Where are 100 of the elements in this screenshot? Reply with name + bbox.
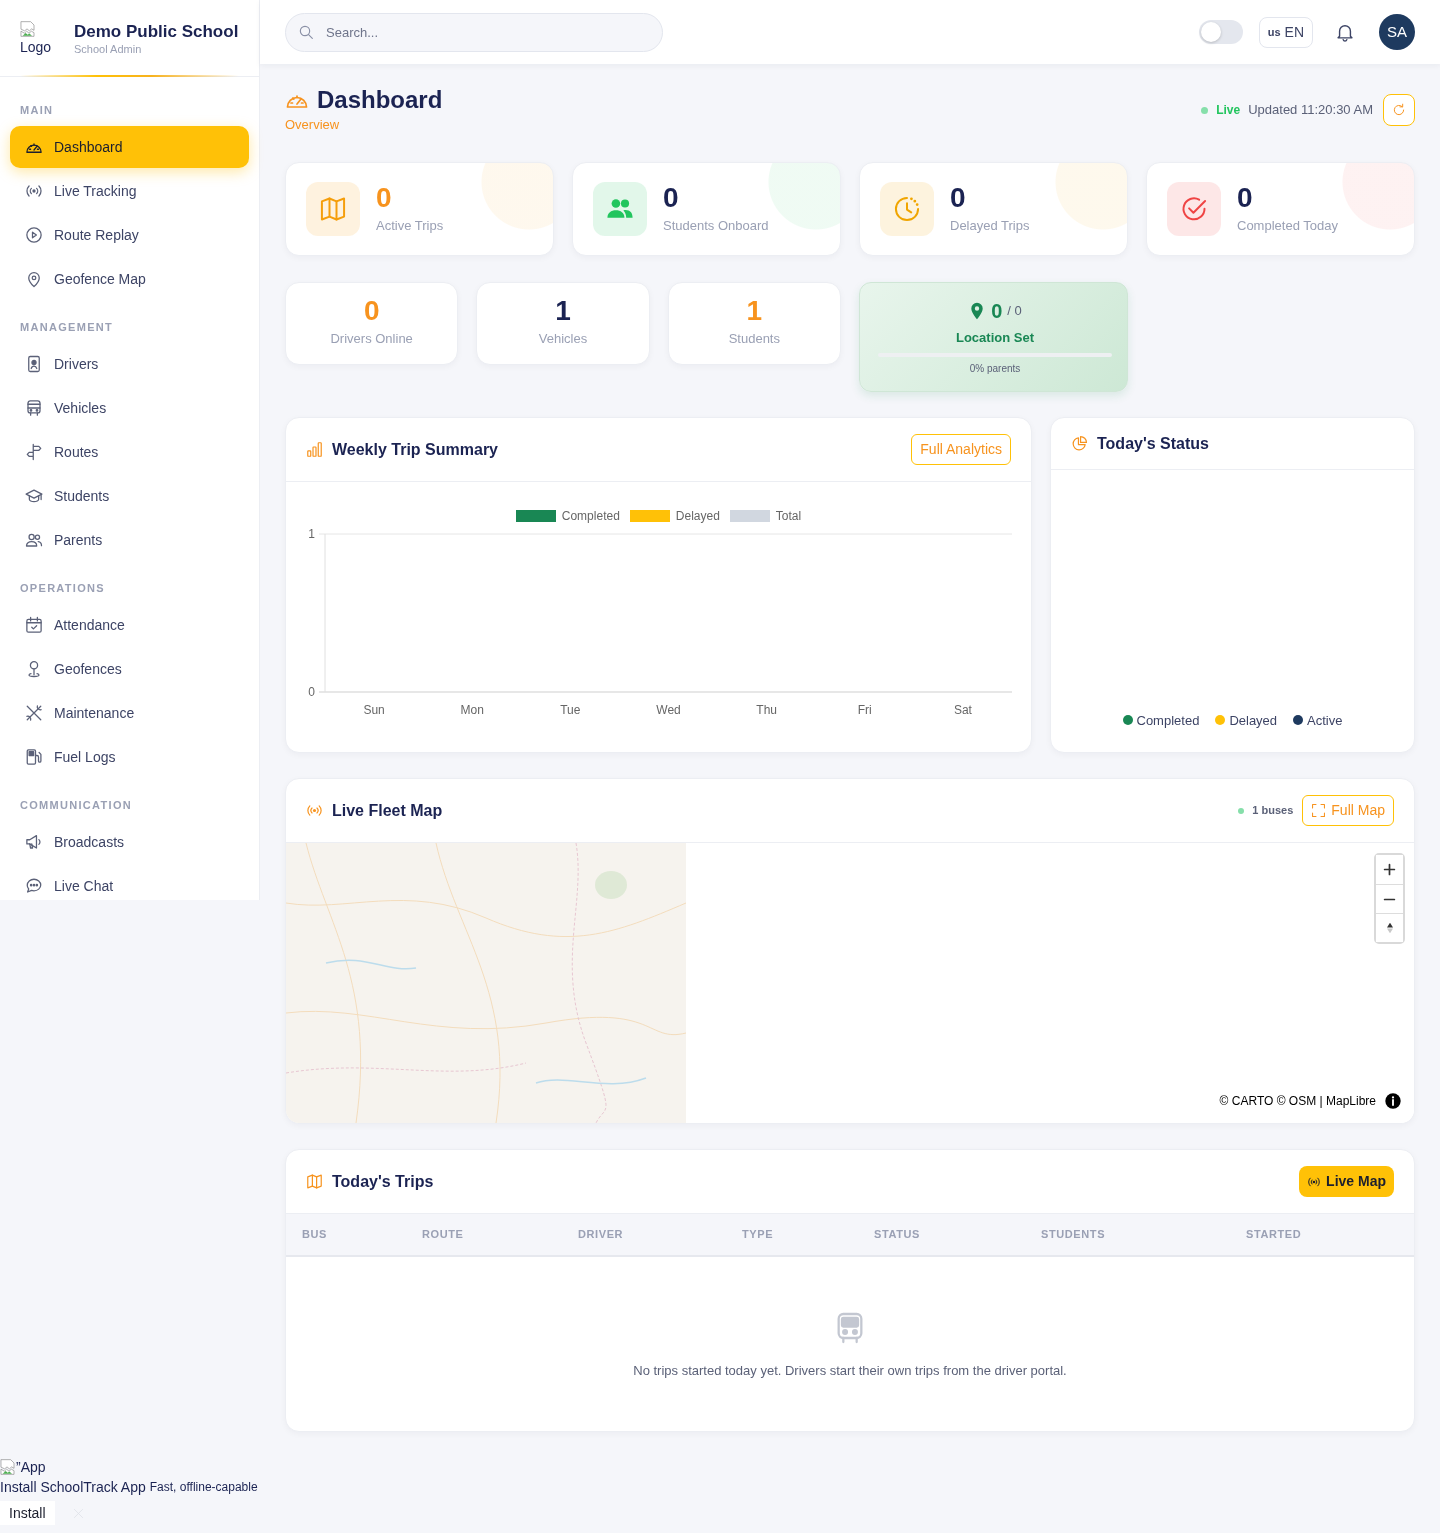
- live-map-button[interactable]: Live Map: [1299, 1166, 1394, 1197]
- status-dot-icon: [1238, 807, 1245, 814]
- info-button[interactable]: [1385, 1093, 1401, 1109]
- axis-category-label: Tue: [560, 703, 581, 717]
- nav-item[interactable]: Geofences: [10, 648, 249, 690]
- stat-label: Active Trips: [376, 218, 444, 234]
- nav-item[interactable]: Vehicles: [10, 387, 249, 429]
- calendar-icon: [25, 616, 43, 634]
- bar-chart-icon: [306, 441, 323, 458]
- column-header: STARTED: [1230, 1214, 1414, 1256]
- axis-category-label: Fri: [857, 703, 872, 717]
- install-subtitle: Fast, offline-capable: [149, 1479, 258, 1496]
- section-heading: MAIN: [20, 103, 55, 117]
- install-title: Install SchoolTrack App: [0, 1478, 146, 1497]
- legend-label: Delayed: [675, 509, 720, 523]
- language-button[interactable]: us EN: [1258, 16, 1313, 48]
- nav-item[interactable]: Students: [10, 475, 249, 517]
- progress-caption: 0% parents: [969, 363, 1021, 375]
- axis-category-label: Sat: [953, 703, 972, 717]
- location-count: 0: [991, 299, 1003, 323]
- install-button[interactable]: Install: [0, 1501, 55, 1525]
- axis-tick-label: 1: [308, 528, 315, 541]
- axis-category-label: Wed: [656, 703, 681, 717]
- nav-item[interactable]: Route Replay: [10, 214, 249, 256]
- search-field[interactable]: Search...: [285, 12, 663, 52]
- legend-label: Active: [1307, 711, 1343, 730]
- image-alt-text: ”App: [16, 1458, 46, 1477]
- fullscreen-icon: [1311, 803, 1327, 818]
- map-attribution: © CARTO © OSM | MapLibre: [1219, 1093, 1376, 1110]
- axis-category-label: Sun: [363, 703, 385, 717]
- theme-toggle[interactable]: [1198, 20, 1243, 44]
- location-label: Location Set: [956, 330, 1034, 346]
- empty-message: No trips started today yet. Drivers start their own trips from the driver portal.: [633, 1363, 1067, 1379]
- nav-item[interactable]: Fuel Logs: [10, 736, 249, 778]
- search-icon: [298, 23, 314, 40]
- nav-item[interactable]: Broadcasts: [10, 821, 249, 863]
- axis-category-label: Thu: [756, 703, 777, 717]
- nav-item[interactable]: Drivers: [10, 343, 249, 385]
- section-heading: COMMUNICATION: [20, 798, 134, 812]
- legend-label: Total: [775, 509, 802, 523]
- broken-image-icon: [0, 1459, 16, 1475]
- card-title: Weekly Trip Summary: [332, 439, 498, 460]
- chat-icon: [25, 877, 43, 895]
- nav-item[interactable]: Attendance: [10, 604, 249, 646]
- stat-label: Vehicles: [537, 331, 589, 347]
- role-label: School Admin: [74, 41, 143, 56]
- fuel-pump-icon: [25, 748, 43, 766]
- pie-chart-icon: [1071, 435, 1088, 452]
- legend-label: Completed: [1136, 711, 1200, 730]
- stat-value: 0: [950, 182, 967, 214]
- user-avatar[interactable]: SA: [1379, 14, 1415, 50]
- axis-category-label: Mon: [460, 703, 484, 717]
- stat-label: Students: [727, 331, 781, 347]
- id-badge-icon: [25, 355, 43, 373]
- location-total: / 0: [1007, 302, 1022, 321]
- column-header: BUS: [286, 1214, 406, 1256]
- legend-label: Delayed: [1229, 711, 1278, 730]
- card-title: Live Fleet Map: [332, 800, 443, 821]
- stat-label: Students Onboard: [663, 218, 769, 234]
- broadcast-icon: [306, 802, 323, 819]
- column-header: ROUTE: [406, 1214, 562, 1256]
- nav-item[interactable]: Parents: [10, 519, 249, 561]
- users-icon: [25, 531, 43, 549]
- compass-button[interactable]: [1376, 913, 1403, 942]
- refresh-icon: [1392, 103, 1406, 117]
- graduation-cap-icon: [25, 487, 43, 505]
- legend-label: Completed: [561, 509, 620, 523]
- stat-label: Completed Today: [1237, 218, 1338, 234]
- live-status: Live: [1216, 102, 1241, 119]
- column-header: DRIVER: [562, 1214, 726, 1256]
- stat-label: Drivers Online: [329, 331, 414, 347]
- updated-time: Updated 11:20:30 AM: [1248, 101, 1373, 120]
- bus-count: 1 buses: [1252, 803, 1294, 819]
- stat-value: 0: [663, 182, 680, 214]
- page-subtitle: Overview: [285, 117, 340, 133]
- map-pin-icon: [25, 270, 43, 288]
- axis-tick-label: 0: [308, 685, 315, 699]
- refresh-button[interactable]: [1383, 94, 1415, 126]
- nav-item[interactable]: Geofence Map: [10, 258, 249, 300]
- card-title: Today's Trips: [332, 1171, 434, 1192]
- bus-icon: [25, 399, 43, 417]
- tools-icon: [25, 704, 43, 722]
- nav-item[interactable]: Maintenance: [10, 692, 249, 734]
- notifications-button[interactable]: [1335, 22, 1355, 42]
- nav-item[interactable]: Live Tracking: [10, 170, 249, 212]
- broken-image-icon: [20, 20, 36, 37]
- section-heading: OPERATIONS: [20, 581, 106, 595]
- page-title: Dashboard: [317, 86, 443, 114]
- stat-label: Delayed Trips: [950, 218, 1030, 234]
- nav-item[interactable]: Live Chat: [10, 865, 249, 907]
- live-dot-icon: [1201, 106, 1209, 114]
- map-icon: [306, 1173, 323, 1190]
- stat-value: 0: [362, 295, 381, 327]
- stat-value: 0: [376, 182, 393, 214]
- nav-item[interactable]: Routes: [10, 431, 249, 473]
- column-header: TYPE: [726, 1214, 858, 1256]
- nav-item[interactable]: Dashboard: [10, 126, 249, 168]
- play-icon: [25, 226, 43, 244]
- signpost-icon: [25, 443, 43, 461]
- school-name: Demo Public School: [74, 20, 239, 42]
